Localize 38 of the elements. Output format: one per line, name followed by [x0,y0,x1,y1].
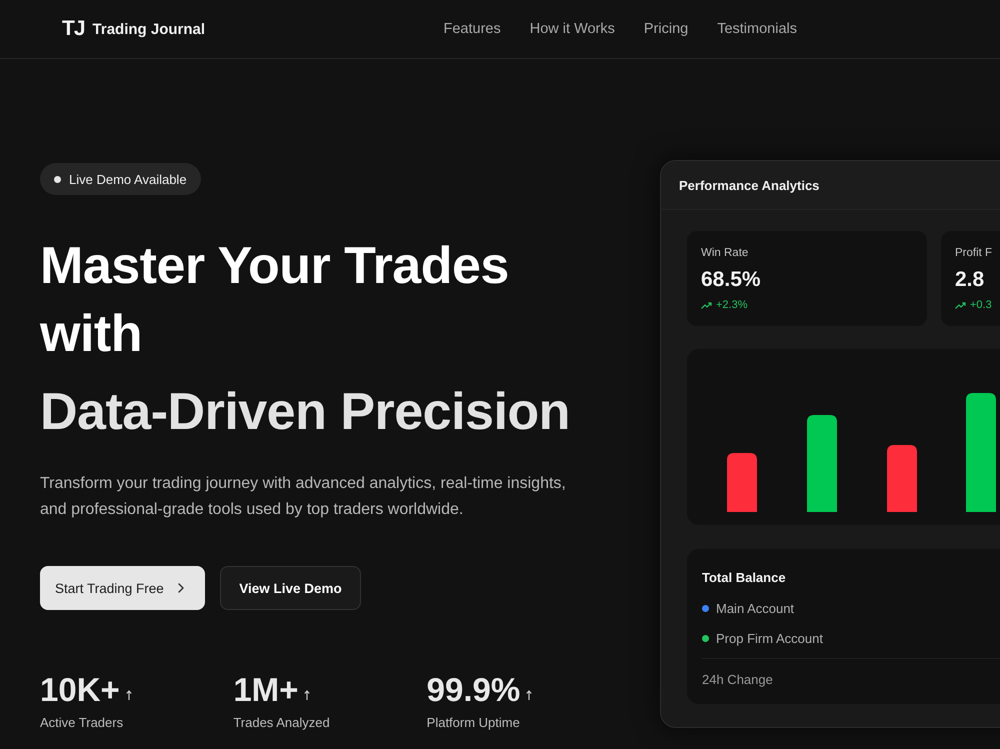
stat-value: 99.9% [426,670,520,710]
stat-value: 1M+ [233,670,298,710]
balance-title: Total Balance [702,570,786,586]
up-arrow-icon [526,690,532,700]
account-name: Prop Firm Account [716,630,823,646]
hero-title-accent: Data-Driven Precision [40,382,571,443]
up-arrow-icon [304,690,310,700]
loss-bar [887,445,917,512]
account-name: Main Account [716,600,794,616]
nav-link[interactable]: How it Works [530,21,615,37]
nav-link[interactable]: Features [444,21,501,37]
panel-title: Performance Analytics [679,178,820,192]
metric-label: Profit F [955,246,992,260]
nav-link[interactable]: Pricing [644,21,688,37]
primary-button[interactable]: Start Trading Free [40,566,205,610]
metric-value: 68.5% [701,267,761,293]
dot-icon [54,176,61,182]
trend-up-icon [955,302,966,308]
hero-title: Master Your Trades with [40,236,510,365]
metric-change: +2.3% [716,299,748,311]
secondary-button[interactable]: View Live Demo [220,566,361,610]
hero-description: Transform your trading journey with advanced analytics, real-time insights, and professional-grade tools used by top traders worldwide. [40,474,567,520]
metric-value: 2.8 [955,267,984,293]
logo-mark[interactable]: TJ [62,17,85,41]
stat-label: Active Traders [40,715,124,731]
brand-name[interactable]: Trading Journal [92,20,206,38]
stat-label: Trades Analyzed [233,715,331,731]
trend-up-icon [701,302,712,308]
metric-change: +0.3 [970,299,992,311]
badge-label: Live Demo Available [69,172,187,186]
stat-value: 10K+ [40,670,120,710]
change-label: 24h Change [702,672,773,688]
stat-label: Platform Uptime [426,715,521,731]
chevron-right-icon [178,583,184,593]
metric-label: Win Rate [701,246,748,260]
up-arrow-icon [126,690,132,700]
loss-bar [727,453,757,512]
nav-link[interactable]: Testimonials [717,21,797,37]
